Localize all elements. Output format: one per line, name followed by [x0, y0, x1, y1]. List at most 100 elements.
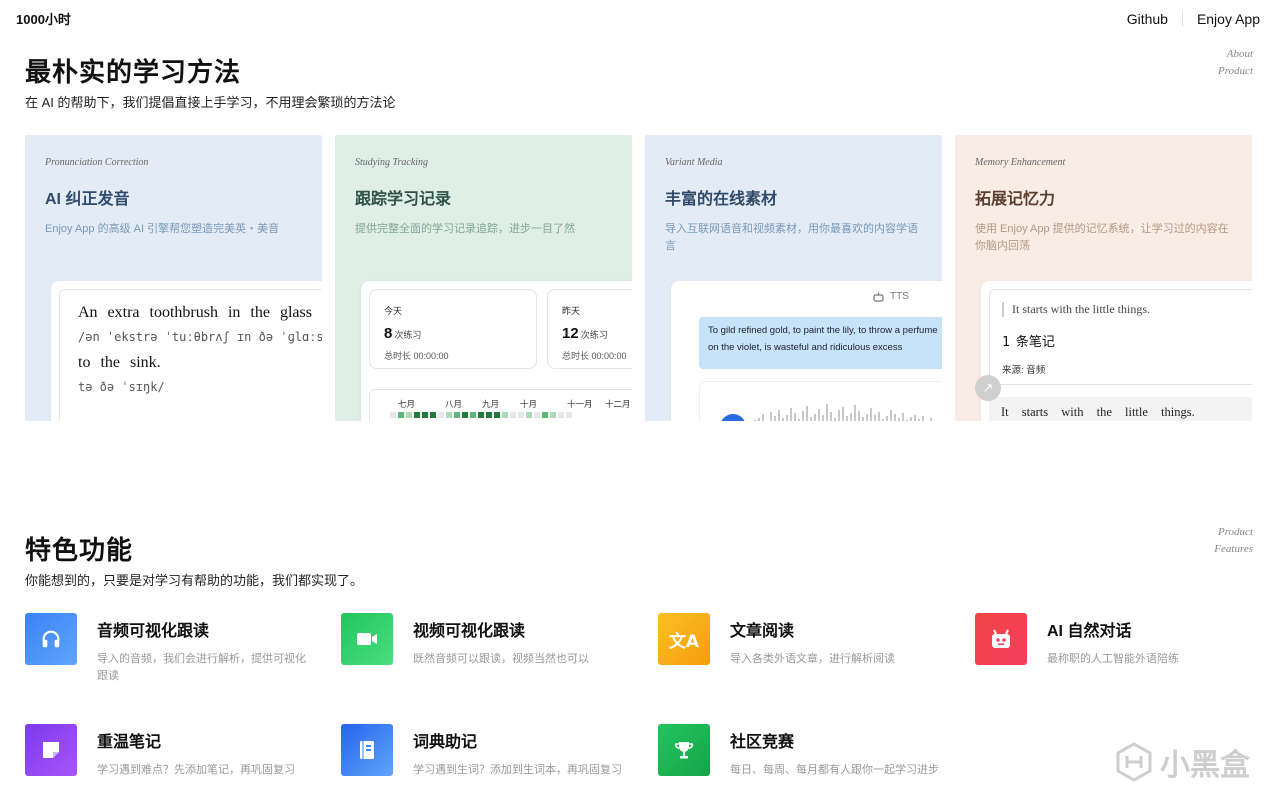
month-label: 十月 [520, 399, 538, 409]
tracking-preview: 今天 8 次练习 总时长 00:00:00 昨天 12 次练习 总时长 00:00:… [361, 281, 632, 421]
stat-duration: 总时长 00:00:00 [562, 351, 627, 361]
month-label: 七月 [398, 399, 416, 409]
card-media[interactable]: Variant Media 丰富的在线素材 导入互联网语音和视频素材，用你最喜欢… [645, 135, 942, 421]
feature-audio-shadowing[interactable]: 音频可视化跟读 导入的音频，我们会进行解析，提供可视化跟读 [25, 613, 315, 685]
heatmap-cell [526, 412, 532, 418]
heatmap-cell [406, 412, 412, 418]
stat-count: 8 次练习 [384, 325, 422, 342]
pronunciation-preview: An extra toothbrush in the glass /ən ˈek… [51, 281, 322, 421]
heatmap-cell [438, 412, 444, 418]
feature-video-shadowing[interactable]: 视频可视化跟读 既然音频可以跟读，视频当然也可以 [341, 613, 631, 685]
stat-label: 今天 [384, 306, 403, 316]
feature-icon-tile [975, 613, 1027, 665]
heatmap-cell [550, 412, 556, 418]
waveform-bar [922, 416, 924, 421]
stat-today: 今天 8 次练习 总时长 00:00:00 [369, 289, 537, 369]
top-nav: Github Enjoy App [1127, 11, 1260, 27]
sentence-line: An extra toothbrush in the glass [78, 304, 312, 321]
watermark-text: 小黑盒 [1160, 749, 1250, 782]
methods-section-tag: About Product [1218, 46, 1253, 80]
waveform-bar [914, 415, 916, 421]
card-tag: Memory Enhancement [975, 157, 1066, 168]
card-desc: 提供完整全面的学习记录追踪，进步一目了然 [355, 223, 575, 235]
waveform-bar [906, 420, 908, 421]
waveform-bar [878, 412, 880, 421]
waveform-bar [838, 410, 840, 421]
heatmap-cell [534, 412, 540, 418]
heatmap-cell [414, 412, 420, 418]
waveform-bar [834, 418, 836, 421]
waveform-bar [798, 419, 800, 421]
feature-desc: 学习遇到生词？添加到生词本，再巩固复习 [413, 764, 622, 776]
tag-product: Product [1217, 65, 1253, 77]
trophy-icon [675, 742, 693, 759]
waveform-bar [862, 417, 864, 421]
feature-icon-tile [658, 724, 710, 776]
feature-article-reading[interactable]: 文A 文章阅读 导入各类外语文章，进行解析阅读 [658, 613, 948, 685]
waveform-bar [854, 405, 856, 421]
heatmap-cell [398, 412, 404, 418]
waveform-bar [770, 412, 772, 421]
feature-desc: 最称职的人工智能外语陪练 [1047, 653, 1179, 665]
feature-title: 文章阅读 [730, 623, 795, 640]
expand-arrow-icon[interactable]: ↗ [975, 375, 1001, 401]
play-button[interactable] [720, 414, 746, 421]
waveform-bar [802, 411, 804, 421]
card-title: 丰富的在线素材 [665, 191, 778, 208]
feature-title: 音频可视化跟读 [97, 623, 210, 640]
card-memory[interactable]: Memory Enhancement 拓展记忆力 使用 Enjoy App 提供… [955, 135, 1252, 421]
tag-product: Product [1217, 526, 1253, 538]
waveform[interactable] [754, 400, 942, 421]
waveform-bar [902, 413, 904, 421]
robot-icon [873, 292, 884, 302]
dictionary-icon [360, 741, 374, 759]
heatmap-cell [518, 412, 524, 418]
waveform-bar [754, 420, 756, 421]
waveform-bar [794, 413, 796, 421]
feature-title: AI 自然对话 [1047, 623, 1132, 640]
note-panel: It starts with the little things. 1 条笔记 来… [989, 289, 1252, 385]
activity-heatmap: 七月 八月 九月 十月 十一月 十二月 [369, 389, 632, 421]
xiaoheihe-logo-icon [1116, 742, 1152, 782]
stat-label: 昨天 [562, 306, 581, 316]
nav-enjoy-app-link[interactable]: Enjoy App [1197, 11, 1260, 27]
card-tag: Studying Tracking [355, 157, 429, 168]
heatmap-cell [422, 412, 428, 418]
month-label: 八月 [445, 399, 463, 409]
waveform-bar [930, 418, 932, 421]
translate-icon: 文A [668, 631, 700, 652]
feature-ai-conversation[interactable]: AI 自然对话 最称职的人工智能外语陪练 [975, 613, 1265, 685]
waveform-bar [886, 416, 888, 421]
card-pronunciation[interactable]: Pronunciation Correction AI 纠正发音 Enjoy A… [25, 135, 322, 421]
month-label: 十一月 [567, 399, 593, 409]
heatmap-cell [510, 412, 516, 418]
tts-text-bubble: To gild refined gold, to paint the lily,… [699, 317, 942, 369]
waveform-bar [806, 406, 808, 421]
feature-icon-tile [341, 613, 393, 665]
heatmap-cell [566, 412, 572, 418]
stat-yesterday: 昨天 12 次练习 总时长 00:00:00 [547, 289, 632, 369]
feature-title: 社区竞赛 [730, 734, 795, 751]
ipa-line: /ən ˈekstrə ˈtuːθbrʌʃ ɪn ðə ˈɡlɑːs [78, 330, 322, 344]
waveform-bar [830, 412, 832, 421]
month-label: 九月 [482, 399, 500, 409]
method-cards: Pronunciation Correction AI 纠正发音 Enjoy A… [25, 135, 1253, 421]
headphones-icon [42, 630, 60, 648]
waveform-bar [850, 413, 852, 421]
card-tag: Variant Media [665, 157, 723, 168]
waveform-bar [898, 418, 900, 421]
feature-desc: 既然音频可以跟读，视频当然也可以 [413, 653, 589, 665]
waveform-bar [870, 408, 872, 421]
card-tracking[interactable]: Studying Tracking 跟踪学习记录 提供完整全面的学习记录追踪，进… [335, 135, 632, 421]
heatmap-cell [430, 412, 436, 418]
brand-logo[interactable]: 1000小时 [16, 9, 71, 28]
waveform-bar [866, 414, 868, 421]
tts-badge[interactable]: TTS [873, 291, 909, 302]
watermark: 小黑盒 [1116, 740, 1250, 784]
feature-community-contest[interactable]: 社区竞赛 每日、每周、每月都有人跟你一起学习进步 [658, 724, 948, 796]
feature-dictionary[interactable]: 词典助记 学习遇到生词？添加到生词本，再巩固复习 [341, 724, 631, 796]
sentence-line: to the sink. [78, 354, 161, 371]
waveform-bar [874, 415, 876, 421]
feature-review-notes[interactable]: 重温笔记 学习遇到难点？先添加笔记，再巩固复习 [25, 724, 315, 796]
nav-github-link[interactable]: Github [1127, 11, 1168, 27]
